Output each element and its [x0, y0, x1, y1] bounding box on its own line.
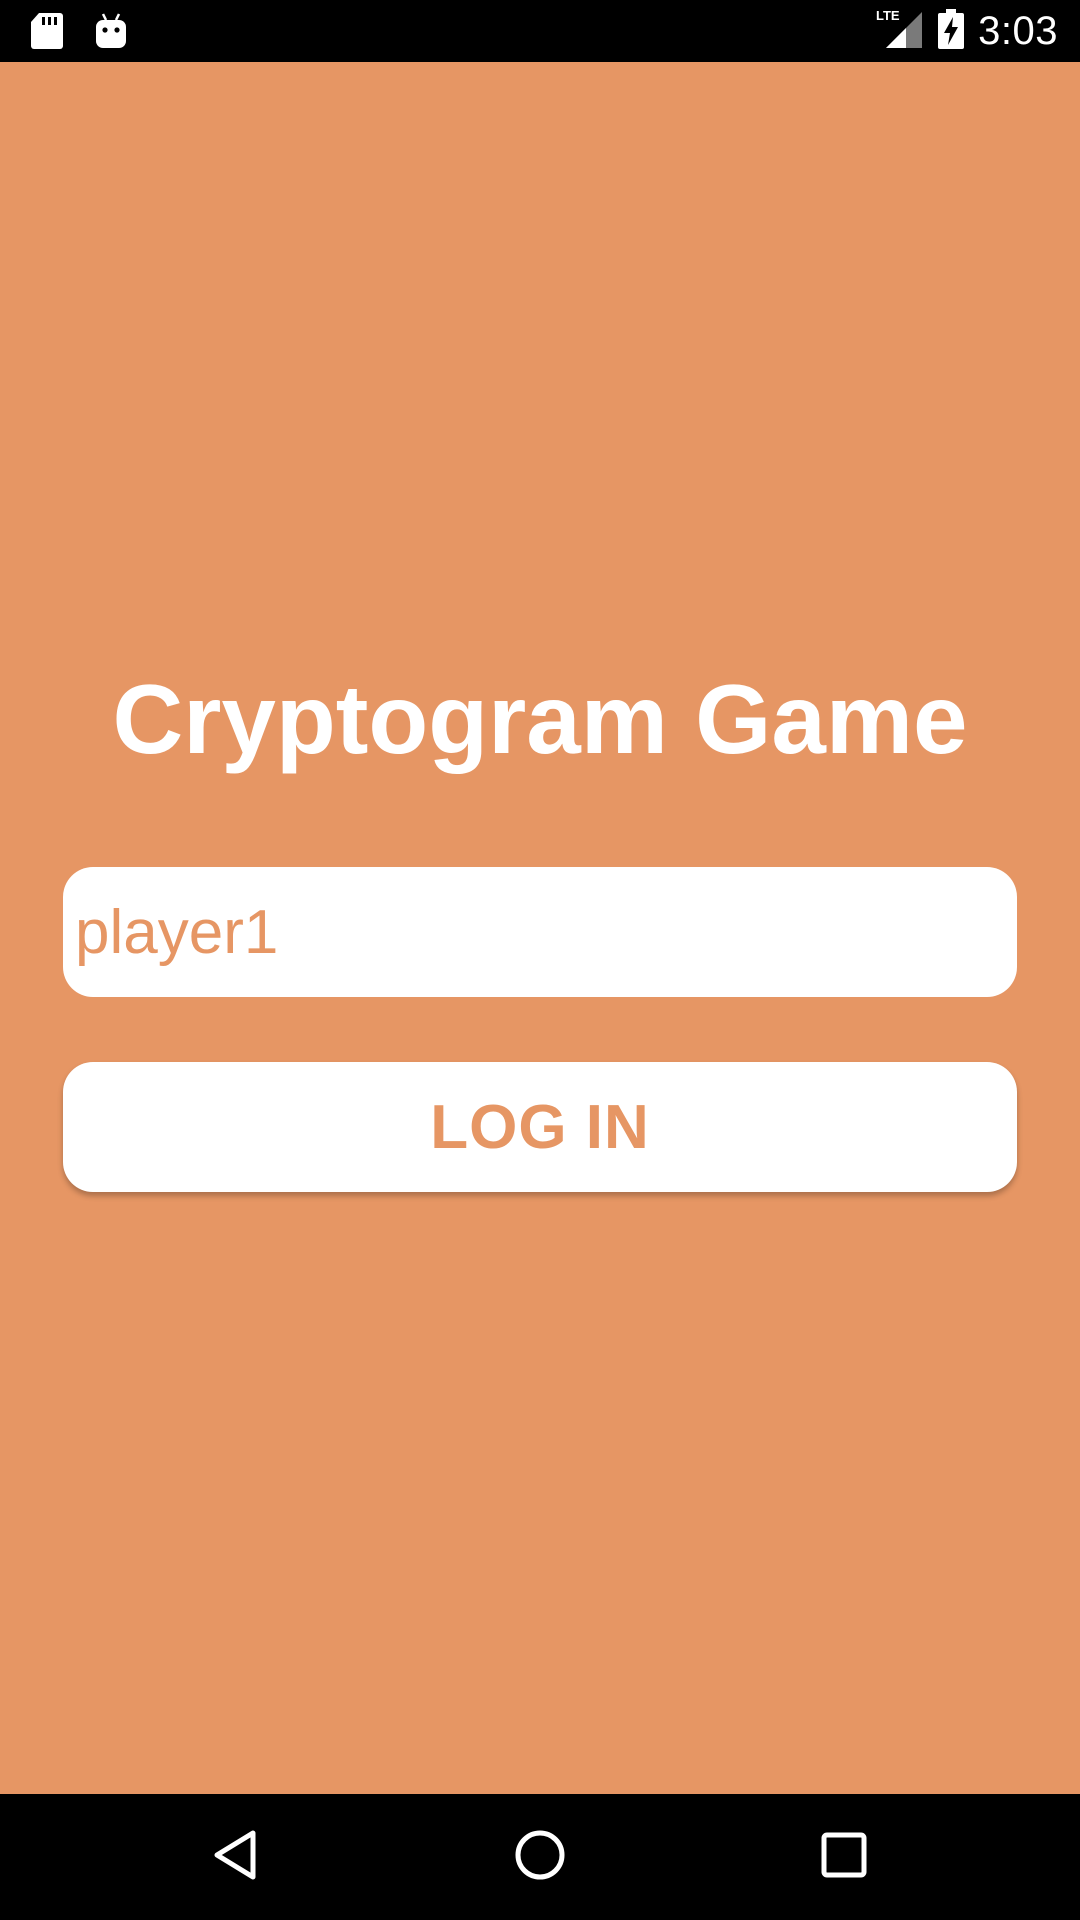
- login-button[interactable]: LOG IN: [63, 1062, 1017, 1192]
- status-right-group: LTE 3:03: [876, 0, 1058, 62]
- home-button[interactable]: [505, 1822, 575, 1892]
- battery-charging-icon: [938, 9, 965, 53]
- username-input[interactable]: [75, 896, 1005, 968]
- navigation-bar: [0, 1794, 1080, 1920]
- android-debug-icon: [94, 12, 128, 54]
- back-button[interactable]: [200, 1822, 270, 1892]
- lte-signal-icon: LTE: [876, 8, 924, 54]
- username-field-container: [63, 867, 1017, 997]
- status-bar: LTE 3:03: [0, 0, 1080, 62]
- back-icon: [209, 1829, 261, 1885]
- clock: 3:03: [978, 8, 1058, 53]
- sd-card-icon: [30, 12, 64, 54]
- recents-button[interactable]: [809, 1822, 879, 1892]
- home-icon: [514, 1829, 566, 1885]
- page-title: Cryptogram Game: [112, 664, 968, 774]
- svg-text:LTE: LTE: [876, 8, 900, 23]
- recents-icon: [820, 1831, 868, 1883]
